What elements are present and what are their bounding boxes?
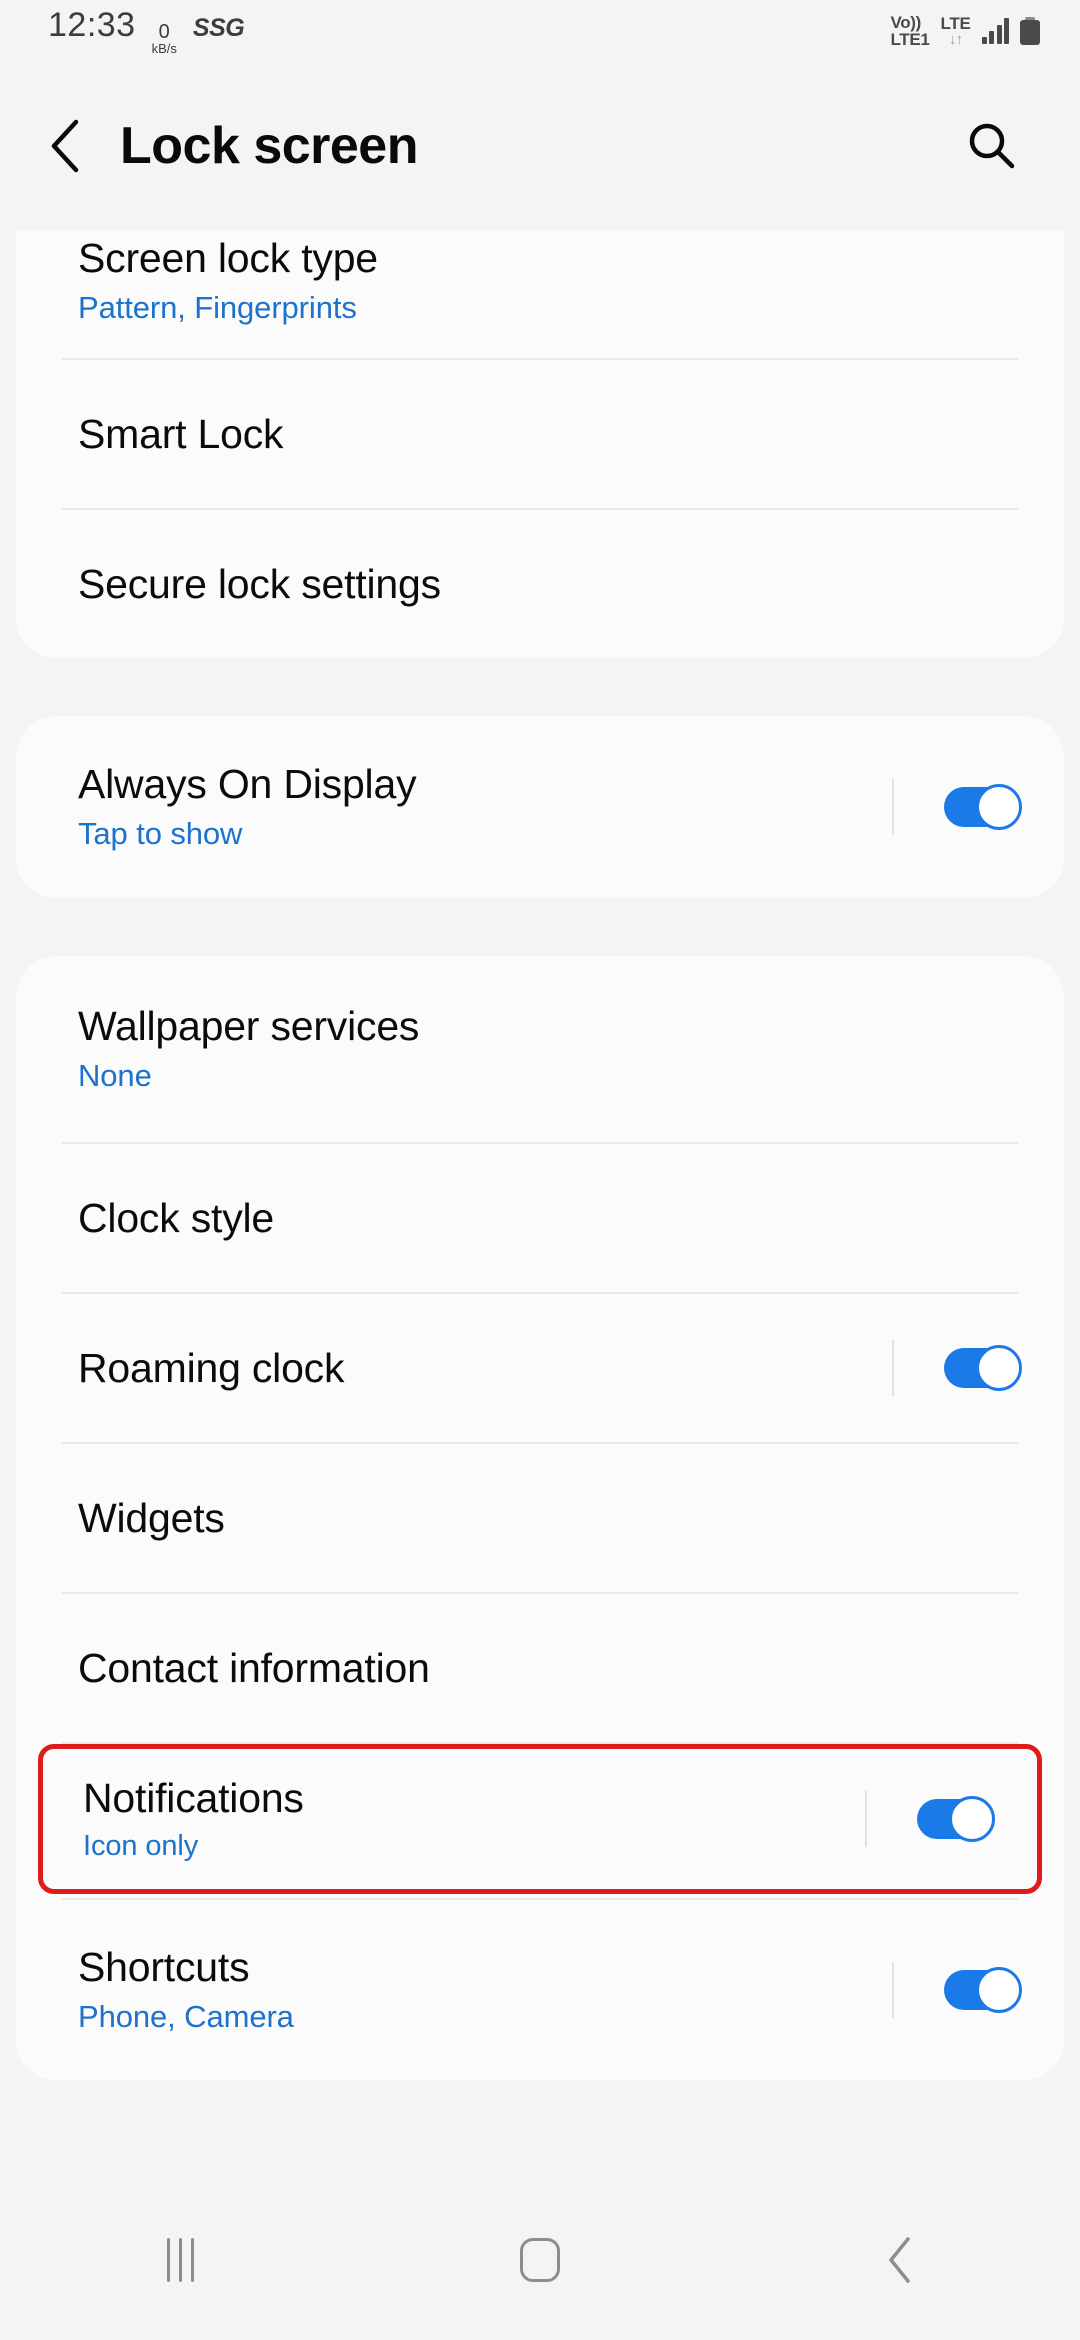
list-item-title: Clock style — [78, 1194, 275, 1241]
back-chevron-icon — [51, 119, 79, 173]
search-icon — [969, 123, 1015, 169]
always-on-display-toggle[interactable] — [944, 784, 1022, 830]
list-item-subtitle: Tap to show — [78, 815, 243, 851]
carrier-logo: SSG — [192, 13, 245, 42]
list-item-shortcuts[interactable]: Shortcuts Phone, Camera — [16, 1900, 1064, 2080]
status-bar-left: 12:33 0 kB/s SSG — [48, 5, 245, 56]
notifications-highlight-box: Notifications Icon only — [38, 1744, 1042, 1894]
network-speed-unit: kB/s — [151, 40, 177, 56]
list-item-title: Roaming clock — [78, 1344, 345, 1391]
list-item-subtitle: Phone, Camera — [78, 1998, 294, 2034]
back-icon — [889, 2237, 910, 2283]
search-button[interactable] — [952, 106, 1032, 186]
volte-label-bottom: LTE1 — [890, 30, 930, 49]
toggle-separator — [892, 779, 894, 835]
list-item-title: Screen lock type — [78, 235, 378, 282]
list-item-title: Secure lock settings — [78, 560, 441, 607]
recents-icon — [166, 2238, 194, 2282]
notifications-toggle[interactable] — [917, 1796, 995, 1842]
navigation-bar — [0, 2180, 1080, 2340]
battery-icon — [1020, 17, 1040, 45]
network-speed-indicator: 0 kB/s — [152, 22, 177, 56]
signal-bars-icon — [981, 18, 1009, 44]
settings-list[interactable]: Screen lock type Pattern, Fingerprints S… — [0, 230, 1080, 2180]
list-item-title: Wallpaper services — [78, 1003, 420, 1050]
list-item-wallpaper-services[interactable]: Wallpaper services None — [16, 956, 1064, 1142]
settings-card-lockscreen-items: Wallpaper services None Clock style Roam… — [16, 956, 1064, 2080]
toggle-separator — [892, 1962, 894, 2018]
phone-screen: 12:33 0 kB/s SSG Vo)) LTE1 LTE ↓↑ Lock s… — [0, 0, 1080, 2340]
list-item-title: Notifications — [83, 1774, 304, 1821]
list-item-subtitle: Icon only — [83, 1830, 199, 1863]
toggle-container — [892, 1962, 1022, 2018]
recents-button[interactable] — [105, 2205, 255, 2315]
roaming-clock-toggle[interactable] — [944, 1345, 1022, 1391]
volte-label-top: Vo)) — [890, 12, 922, 32]
list-item-widgets[interactable]: Widgets — [16, 1444, 1064, 1592]
back-button[interactable] — [18, 98, 114, 194]
list-item-roaming-clock[interactable]: Roaming clock — [16, 1294, 1064, 1442]
list-item-smart-lock[interactable]: Smart Lock — [16, 360, 1064, 508]
data-transfer-arrows-icon: ↓↑ — [949, 31, 963, 49]
list-item-title: Shortcuts — [78, 1944, 250, 1991]
toggle-container — [865, 1791, 995, 1847]
network-type-icon: LTE ↓↑ — [940, 13, 971, 49]
settings-card-lock: Screen lock type Pattern, Fingerprints S… — [16, 230, 1064, 658]
app-header: Lock screen — [0, 62, 1080, 230]
settings-card-aod: Always On Display Tap to show — [16, 716, 1064, 898]
home-button[interactable] — [465, 2205, 615, 2315]
toggle-separator — [865, 1791, 867, 1847]
list-item-clock-style[interactable]: Clock style — [16, 1144, 1064, 1292]
list-item-title: Always On Display — [78, 761, 417, 808]
list-item-title: Contact information — [78, 1644, 430, 1691]
list-item-subtitle: None — [78, 1057, 152, 1093]
status-bar-right: Vo)) LTE1 LTE ↓↑ — [890, 12, 1040, 49]
nav-back-button[interactable] — [825, 2205, 975, 2315]
list-item-notifications[interactable]: Notifications Icon only — [43, 1749, 1037, 1889]
volte-icon: Vo)) LTE1 — [890, 12, 930, 49]
page-title: Lock screen — [120, 117, 419, 175]
home-icon — [520, 2238, 560, 2282]
toggle-container — [892, 1340, 1022, 1396]
list-item-always-on-display[interactable]: Always On Display Tap to show — [16, 716, 1064, 898]
list-item-title: Smart Lock — [78, 410, 284, 457]
toggle-separator — [892, 1340, 894, 1396]
list-item-title: Widgets — [78, 1494, 225, 1541]
list-item-subtitle: Pattern, Fingerprints — [78, 289, 357, 325]
network-speed-value: 0 — [158, 20, 170, 43]
toggle-container — [892, 779, 1022, 835]
shortcuts-toggle[interactable] — [944, 1967, 1022, 2013]
list-item-secure-lock-settings[interactable]: Secure lock settings — [16, 510, 1064, 658]
list-item-screen-lock-type[interactable]: Screen lock type Pattern, Fingerprints — [16, 230, 1064, 358]
status-bar: 12:33 0 kB/s SSG Vo)) LTE1 LTE ↓↑ — [0, 0, 1080, 62]
network-type-label: LTE — [940, 13, 971, 33]
status-bar-clock: 12:33 — [48, 5, 136, 44]
list-item-contact-information[interactable]: Contact information — [16, 1594, 1064, 1742]
